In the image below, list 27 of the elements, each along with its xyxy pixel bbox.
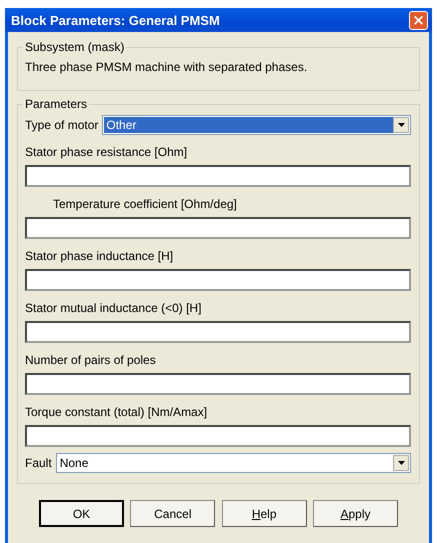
dropdown-value: None — [58, 455, 90, 471]
group-legend: Subsystem (mask) — [23, 40, 126, 54]
field-label: Type of motor — [25, 118, 98, 132]
description-text: Three phase PMSM machine with separated phases. — [25, 60, 308, 76]
field-label: Temperature coefficient [Ohm/deg] — [52, 197, 238, 211]
input-field[interactable] — [25, 425, 411, 447]
dialog-button[interactable]: Cancel — [130, 500, 216, 527]
field-label: Torque constant (total) [Nm/Amax] — [25, 405, 208, 419]
input-field[interactable] — [25, 217, 411, 239]
field-label: Stator phase resistance [Ohm] — [25, 145, 188, 159]
input-field[interactable] — [25, 165, 411, 187]
field-label: Number of pairs of poles — [25, 353, 157, 367]
dialog-button[interactable]: Apply — [312, 500, 398, 527]
dialog-button[interactable]: OK — [39, 500, 124, 527]
input-field[interactable] — [25, 321, 411, 343]
dropdown-value: Other — [104, 117, 393, 133]
field-label: Stator phase inductance [H] — [25, 249, 174, 263]
field-label: Stator mutual inductance (<0) [H] — [25, 301, 202, 315]
input-field[interactable] — [25, 269, 411, 291]
dialog-button[interactable]: Help — [222, 500, 307, 527]
close-button[interactable]: × — [409, 10, 428, 30]
window-title: Block Parameters: General PMSM — [11, 12, 220, 28]
group-legend: Parameters — [23, 97, 90, 111]
field-label: Fault — [25, 456, 52, 470]
input-field[interactable] — [25, 373, 411, 395]
motor-type-dropdown[interactable]: Other — [102, 115, 411, 135]
fault-dropdown[interactable]: None — [56, 453, 411, 473]
